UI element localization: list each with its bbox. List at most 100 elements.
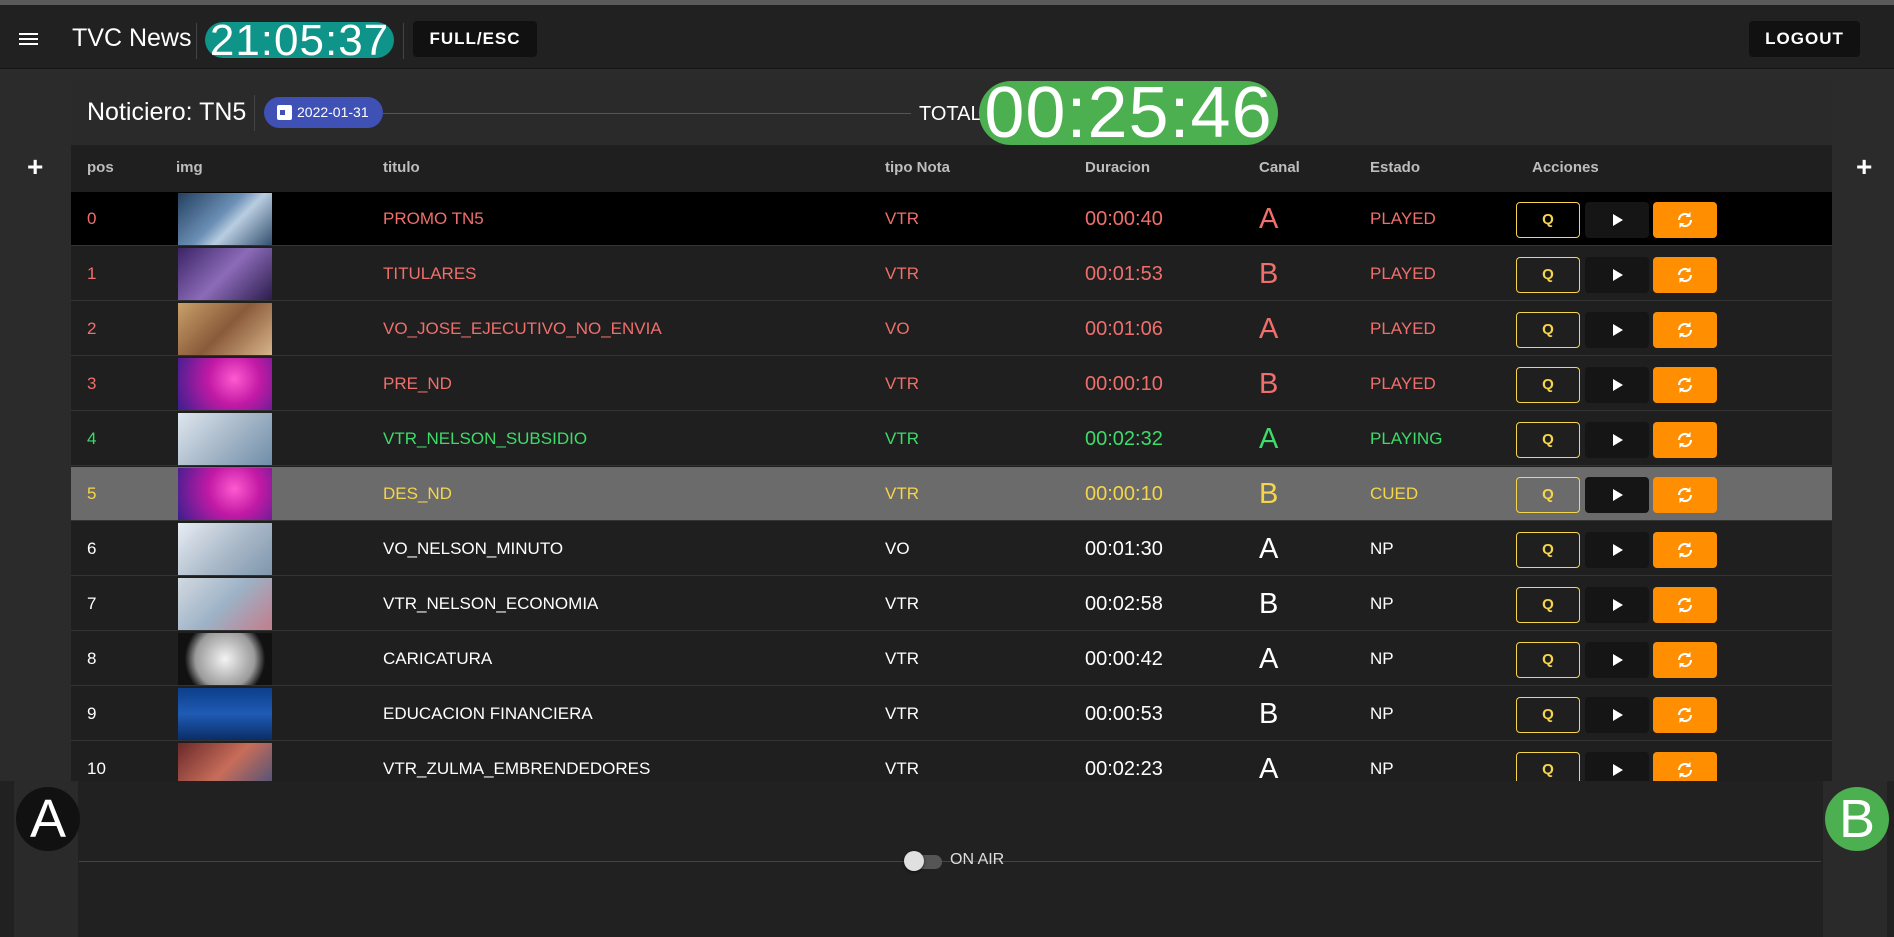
play-icon[interactable] xyxy=(1585,477,1649,513)
row-canal: B xyxy=(1259,478,1279,510)
row-duracion: 00:00:53 xyxy=(1085,703,1163,725)
cue-button[interactable]: Q xyxy=(1516,477,1580,513)
add-right-button[interactable]: + xyxy=(1856,151,1872,183)
row-tipo: VTR xyxy=(885,374,919,393)
cue-button[interactable]: Q xyxy=(1516,532,1580,568)
row-titulo: EDUCACION FINANCIERA xyxy=(383,704,593,723)
row-pos: 7 xyxy=(87,594,97,613)
row-estado: NP xyxy=(1370,704,1394,723)
col-head-duracion: Duracion xyxy=(1085,159,1151,176)
table-row[interactable]: 7 VTR_NELSON_ECONOMIA VTR 00:02:58 B NP Q xyxy=(71,577,1832,631)
table-row[interactable]: 3 PRE_ND VTR 00:00:10 B PLAYED Q xyxy=(71,357,1832,411)
menu-icon[interactable] xyxy=(19,33,38,47)
row-canal: A xyxy=(1259,203,1279,235)
play-icon[interactable] xyxy=(1585,532,1649,568)
row-pos: 3 xyxy=(87,374,97,393)
row-thumbnail xyxy=(178,578,272,630)
row-tipo: VTR xyxy=(885,484,919,503)
play-icon[interactable] xyxy=(1585,587,1649,623)
on-air-toggle-knob[interactable] xyxy=(904,851,924,871)
play-icon[interactable] xyxy=(1585,257,1649,293)
row-thumbnail xyxy=(178,633,272,685)
cue-button[interactable]: Q xyxy=(1516,312,1580,348)
rundown-panel: Noticiero: TN5 2022-01-31 TOTAL 00:25:46… xyxy=(71,77,1832,796)
cue-button[interactable]: Q xyxy=(1516,257,1580,293)
date-chip[interactable]: 2022-01-31 xyxy=(264,97,383,128)
table-row[interactable]: 8 CARICATURA VTR 00:00:42 A NP Q xyxy=(71,632,1832,686)
row-tipo: VO xyxy=(885,319,910,338)
refresh-icon[interactable] xyxy=(1653,312,1717,348)
row-tipo: VTR xyxy=(885,264,919,283)
table-row[interactable]: 5 DES_ND VTR 00:00:10 B CUED Q xyxy=(71,467,1832,521)
channel-b-column: B xyxy=(1823,781,1889,937)
row-duracion: 00:00:40 xyxy=(1085,208,1163,230)
row-estado: PLAYED xyxy=(1370,264,1436,283)
channel-a-badge[interactable]: A xyxy=(16,787,80,851)
row-titulo: VO_NELSON_MINUTO xyxy=(383,539,564,558)
row-duracion: 00:00:10 xyxy=(1085,483,1163,505)
row-canal: B xyxy=(1259,258,1279,290)
full-screen-button[interactable]: FULL/ESC xyxy=(413,21,537,57)
row-estado: CUED xyxy=(1370,484,1419,503)
cue-button[interactable]: Q xyxy=(1516,202,1580,238)
cue-button[interactable]: Q xyxy=(1516,422,1580,458)
app-title: TVC News xyxy=(72,24,192,52)
row-duracion: 00:00:42 xyxy=(1085,648,1163,670)
row-thumbnail xyxy=(178,523,272,575)
cue-button[interactable]: Q xyxy=(1516,367,1580,403)
row-pos: 1 xyxy=(87,264,97,283)
channel-a-column: A xyxy=(14,781,80,937)
total-label: TOTAL xyxy=(919,103,982,125)
col-head-titulo: titulo xyxy=(383,159,420,176)
row-thumbnail xyxy=(178,413,272,465)
table-row[interactable]: 6 VO_NELSON_MINUTO VO 00:01:30 A NP Q xyxy=(71,522,1832,576)
col-head-acciones: Acciones xyxy=(1532,159,1599,176)
table-row[interactable]: 4 VTR_NELSON_SUBSIDIO VTR 00:02:32 A PLAYING Q xyxy=(71,412,1832,466)
play-icon[interactable] xyxy=(1585,697,1649,733)
play-icon[interactable] xyxy=(1585,422,1649,458)
refresh-icon[interactable] xyxy=(1653,422,1717,458)
bottom-bar: A B ON AIR xyxy=(0,781,1894,937)
cue-button[interactable]: Q xyxy=(1516,642,1580,678)
channel-b-badge[interactable]: B xyxy=(1825,787,1889,851)
col-head-tipo: tipo Nota xyxy=(885,159,950,176)
cue-button[interactable]: Q xyxy=(1516,697,1580,733)
play-icon[interactable] xyxy=(1585,642,1649,678)
add-left-button[interactable]: + xyxy=(27,151,43,183)
refresh-icon[interactable] xyxy=(1653,367,1717,403)
refresh-icon[interactable] xyxy=(1653,532,1717,568)
row-tipo: VTR xyxy=(885,704,919,723)
row-duracion: 00:01:53 xyxy=(1085,263,1163,285)
row-tipo: VTR xyxy=(885,429,919,448)
table-row[interactable]: 9 EDUCACION FINANCIERA VTR 00:00:53 B NP Q xyxy=(71,687,1832,741)
row-thumbnail xyxy=(178,303,272,355)
row-estado: PLAYED xyxy=(1370,209,1436,228)
current-clock: 21:05:37 xyxy=(205,19,394,63)
refresh-icon[interactable] xyxy=(1653,202,1717,238)
logout-button[interactable]: LOGOUT xyxy=(1749,21,1860,57)
row-canal: A xyxy=(1259,423,1279,455)
row-titulo: PRE_ND xyxy=(383,374,452,393)
refresh-icon[interactable] xyxy=(1653,697,1717,733)
calendar-icon xyxy=(277,105,292,120)
row-thumbnail xyxy=(178,688,272,740)
table-row[interactable]: 1 TITULARES VTR 00:01:53 B PLAYED Q xyxy=(71,247,1832,301)
refresh-icon[interactable] xyxy=(1653,257,1717,293)
row-tipo: VTR xyxy=(885,209,919,228)
refresh-icon[interactable] xyxy=(1653,642,1717,678)
play-icon[interactable] xyxy=(1585,202,1649,238)
row-duracion: 00:02:32 xyxy=(1085,428,1163,450)
table-row[interactable]: 2 VO_JOSE_EJECUTIVO_NO_ENVIA VO 00:01:06 A PL… xyxy=(71,302,1832,356)
row-duracion: 00:00:10 xyxy=(1085,373,1163,395)
row-canal: A xyxy=(1259,313,1279,345)
table-row[interactable]: 0 PROMO TN5 VTR 00:00:40 A PLAYED Q xyxy=(71,192,1832,246)
refresh-icon[interactable] xyxy=(1653,477,1717,513)
row-pos: 4 xyxy=(87,429,97,448)
refresh-icon[interactable] xyxy=(1653,587,1717,623)
row-thumbnail xyxy=(178,468,272,520)
play-icon[interactable] xyxy=(1585,312,1649,348)
row-canal: A xyxy=(1259,643,1279,675)
cue-button[interactable]: Q xyxy=(1516,587,1580,623)
play-icon[interactable] xyxy=(1585,367,1649,403)
row-titulo: CARICATURA xyxy=(383,649,493,668)
